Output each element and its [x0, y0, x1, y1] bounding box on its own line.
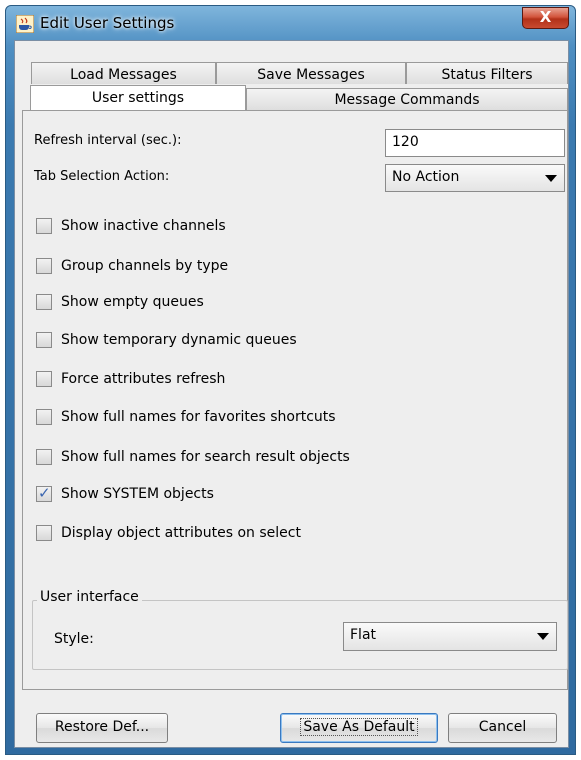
checkbox-label: Show full names for search result object…: [61, 449, 350, 465]
tab-selection-action-dropdown[interactable]: No Action: [385, 164, 565, 192]
checkbox-label: Show empty queues: [61, 294, 204, 310]
close-button[interactable]: X: [522, 7, 569, 29]
checkbox-label: Group channels by type: [61, 258, 229, 274]
tab-label: User settings: [91, 90, 185, 106]
checkmark-icon: ✓: [38, 484, 51, 502]
cancel-button[interactable]: Cancel: [448, 713, 557, 743]
checkbox-box[interactable]: [36, 218, 52, 234]
tab-message-commands[interactable]: Message Commands: [246, 88, 568, 110]
checkbox-label: Force attributes refresh: [61, 371, 226, 387]
checkbox-label: Show full names for favorites shortcuts: [61, 409, 336, 425]
tab-save-messages[interactable]: Save Messages: [216, 62, 406, 84]
checkbox-label: Show SYSTEM objects: [61, 486, 214, 502]
tab-user-settings[interactable]: User settings: [30, 85, 246, 110]
chevron-down-icon: [545, 175, 557, 182]
checkbox-label: Show inactive channels: [61, 218, 226, 234]
restore-defaults-button[interactable]: Restore Def...: [36, 713, 168, 743]
checkbox-box[interactable]: [36, 409, 52, 425]
style-label: Style:: [54, 631, 94, 647]
checkbox-box[interactable]: [36, 525, 52, 541]
style-dropdown[interactable]: Flat: [343, 622, 557, 651]
checkbox-box[interactable]: ✓: [36, 484, 52, 502]
tab-selection-action-label: Tab Selection Action:: [34, 169, 170, 184]
style-value: Flat: [350, 627, 377, 643]
checkbox-label: Display object attributes on select: [61, 525, 301, 541]
refresh-interval-label: Refresh interval (sec.):: [34, 133, 182, 148]
button-label: Save As Default: [300, 718, 418, 736]
java-coffee-icon: [16, 15, 34, 33]
tab-label: Load Messages: [70, 67, 177, 83]
checkbox-label: Show temporary dynamic queues: [61, 332, 297, 348]
button-label: Cancel: [478, 719, 527, 735]
window-title: Edit User Settings: [40, 14, 175, 32]
chevron-down-icon: [537, 633, 549, 640]
button-label: Restore Def...: [54, 719, 150, 735]
tab-load-messages[interactable]: Load Messages: [31, 62, 216, 84]
checkbox-box[interactable]: [36, 258, 52, 274]
checkbox-box[interactable]: [36, 371, 52, 387]
checkbox-box[interactable]: [36, 332, 52, 348]
tab-selection-action-value: No Action: [392, 169, 460, 185]
user-interface-group-title: User interface: [37, 589, 142, 605]
checkbox-box[interactable]: [36, 449, 52, 465]
tab-status-filters[interactable]: Status Filters: [406, 62, 568, 84]
tab-label: Message Commands: [334, 92, 480, 108]
checkbox-box[interactable]: [36, 294, 52, 310]
title-bar[interactable]: Edit User Settings X: [6, 6, 575, 40]
tab-label: Save Messages: [257, 67, 365, 83]
save-as-default-button[interactable]: Save As Default: [280, 713, 438, 743]
tab-label: Status Filters: [441, 67, 533, 83]
refresh-interval-field[interactable]: 120: [385, 129, 565, 157]
